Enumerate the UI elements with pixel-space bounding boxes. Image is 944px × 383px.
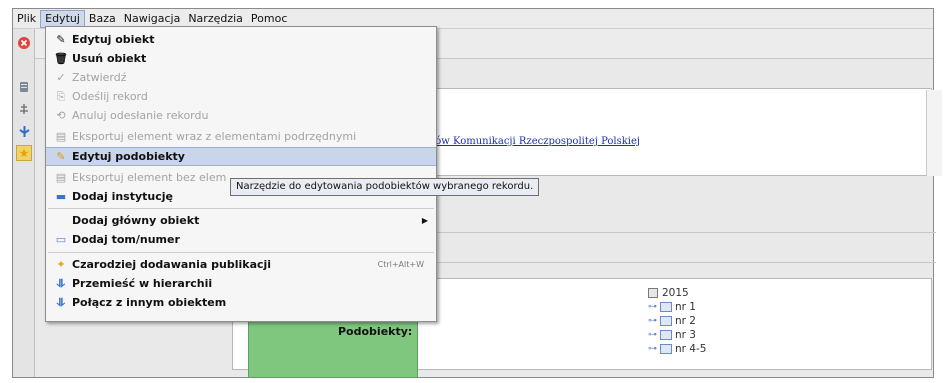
edit-icon: ✎ <box>56 33 66 46</box>
link-icon: ⥥ <box>57 295 65 309</box>
menu-item-zatwierdz[interactable]: ✓ Zatwierdź <box>46 68 436 87</box>
blank-icon <box>54 214 68 228</box>
menu-pomoc[interactable]: Pomoc <box>247 10 291 28</box>
menu-item-label: Eksportuj element wraz z elementami podr… <box>72 130 357 143</box>
menu-item-edytuj-obiekt[interactable]: ✎ Edytuj obiekt <box>46 30 436 49</box>
calendar-icon <box>648 288 658 298</box>
menu-baza[interactable]: Baza <box>85 10 120 28</box>
star-icon[interactable] <box>16 145 32 161</box>
tree-node-label: nr 1 <box>675 301 696 313</box>
menu-item-eksportuj-z-podrzednymi[interactable]: ▤ Eksportuj element wraz z elementami po… <box>46 127 436 146</box>
tree-node[interactable]: ⊶ nr 4-5 <box>648 342 706 356</box>
subobject-tree: 2015 ⊶ nr 1 ⊶ nr 2 ⊶ nr 3 ⊶ nr 4-5 <box>648 286 706 356</box>
menu-item-dodaj-tom-numer[interactable]: ▭ Dodaj tom/numer <box>46 230 436 249</box>
menu-item-usun-obiekt[interactable]: 🗑 Usuń obiekt <box>46 49 436 68</box>
menu-item-edytuj-podobiekty[interactable]: ✎ Edytuj podobiekty <box>46 147 436 166</box>
menu-item-label: Dodaj tom/numer <box>72 233 180 246</box>
tree-node[interactable]: ⊶ nr 2 <box>648 314 706 328</box>
edytuj-dropdown-menu: ✎ Edytuj obiekt 🗑 Usuń obiekt ✓ Zatwierd… <box>45 26 437 322</box>
menu-item-label: Anuluj odesłanie rekordu <box>72 109 209 122</box>
menu-item-label: Zatwierdź <box>72 71 127 84</box>
menu-item-label: Usuń obiekt <box>72 52 147 65</box>
left-toolbar <box>13 29 35 377</box>
wizard-icon: ✦ <box>56 258 66 271</box>
menu-separator <box>48 252 434 253</box>
export-icon: ▤ <box>55 171 67 184</box>
database-icon[interactable] <box>16 79 32 95</box>
menu-item-polacz[interactable]: ⥥ Połącz z innym obiektem <box>46 293 436 312</box>
book-icon <box>660 302 672 312</box>
submenu-arrow-icon: ▶ <box>421 216 428 225</box>
shortcut-label: Ctrl+Alt+W <box>377 260 424 269</box>
institution-icon: ▬ <box>55 190 67 203</box>
menu-item-czarodziej[interactable]: ✦ Czarodziej dodawania publikacji Ctrl+A… <box>46 255 436 274</box>
menu-item-label: Edytuj podobiekty <box>72 150 185 163</box>
menu-edytuj[interactable]: Edytuj <box>40 9 85 28</box>
menu-item-odeslij-rekord[interactable]: ⎘ Odeślij rekord <box>46 87 436 106</box>
tree-node-label: 2015 <box>662 287 689 299</box>
vertical-scrollbar[interactable] <box>926 90 942 176</box>
close-red-icon[interactable] <box>16 35 32 51</box>
hierarchy-icon: ⥥ <box>57 276 65 290</box>
menu-item-przemiesc[interactable]: ⥥ Przemieść w hierarchii <box>46 274 436 293</box>
tree-connector-icon: ⊶ <box>648 316 657 326</box>
menu-narzedzia[interactable]: Narzędzia <box>184 10 247 28</box>
tree-connector-icon: ⊶ <box>648 330 657 340</box>
tree-icon[interactable] <box>16 101 32 117</box>
book-icon <box>660 316 672 326</box>
tree-node-label: nr 2 <box>675 315 696 327</box>
book-icon <box>660 330 672 340</box>
menu-item-dodaj-glowny-obiekt[interactable]: Dodaj główny obiekt ▶ <box>46 211 436 230</box>
export-icon: ▤ <box>55 130 67 143</box>
menu-item-label: Czarodziej dodawania publikacji <box>72 258 272 271</box>
tree-node[interactable]: ⊶ nr 3 <box>648 328 706 342</box>
menu-item-label: Przemieść w hierarchii <box>72 277 213 290</box>
tooltip: Narzędzie do edytowania podobiektów wybr… <box>230 178 540 196</box>
tree-node-label: nr 3 <box>675 329 696 341</box>
menu-separator <box>48 208 434 209</box>
menu-item-label: Połącz z innym obiektem <box>72 296 227 309</box>
menu-nawigacja[interactable]: Nawigacja <box>120 10 185 28</box>
send-icon: ⎘ <box>56 89 66 103</box>
book-icon <box>660 344 672 354</box>
menu-plik[interactable]: Plik <box>13 10 40 28</box>
tree-node-label: nr 4-5 <box>675 343 707 355</box>
trash-icon: 🗑 <box>54 52 68 65</box>
menu-item-label: Dodaj instytucję <box>72 190 174 203</box>
book-icon: ▭ <box>55 233 67 246</box>
check-icon: ✓ <box>56 71 66 84</box>
menu-item-label: Odeślij rekord <box>72 90 148 103</box>
menu-item-label: Edytuj obiekt <box>72 33 155 46</box>
tree-connector-icon: ⊶ <box>648 302 657 312</box>
subobjects-label: Podobiekty: <box>338 325 413 338</box>
tree-node-root[interactable]: 2015 <box>648 286 706 300</box>
cancel-send-icon: ⟲ <box>56 109 66 122</box>
tree-connector-icon: ⊶ <box>648 344 657 354</box>
menu-item-label: Dodaj główny obiekt <box>72 214 200 227</box>
tree-node[interactable]: ⊶ nr 1 <box>648 300 706 314</box>
menu-item-anuluj-odeslanie[interactable]: ⟲ Anuluj odesłanie rekordu <box>46 106 436 125</box>
edit-subobjects-icon: ✎ <box>56 150 66 163</box>
menu-item-label: Eksportuj element bez elem <box>72 171 227 184</box>
hierarchy-icon[interactable] <box>16 123 32 139</box>
